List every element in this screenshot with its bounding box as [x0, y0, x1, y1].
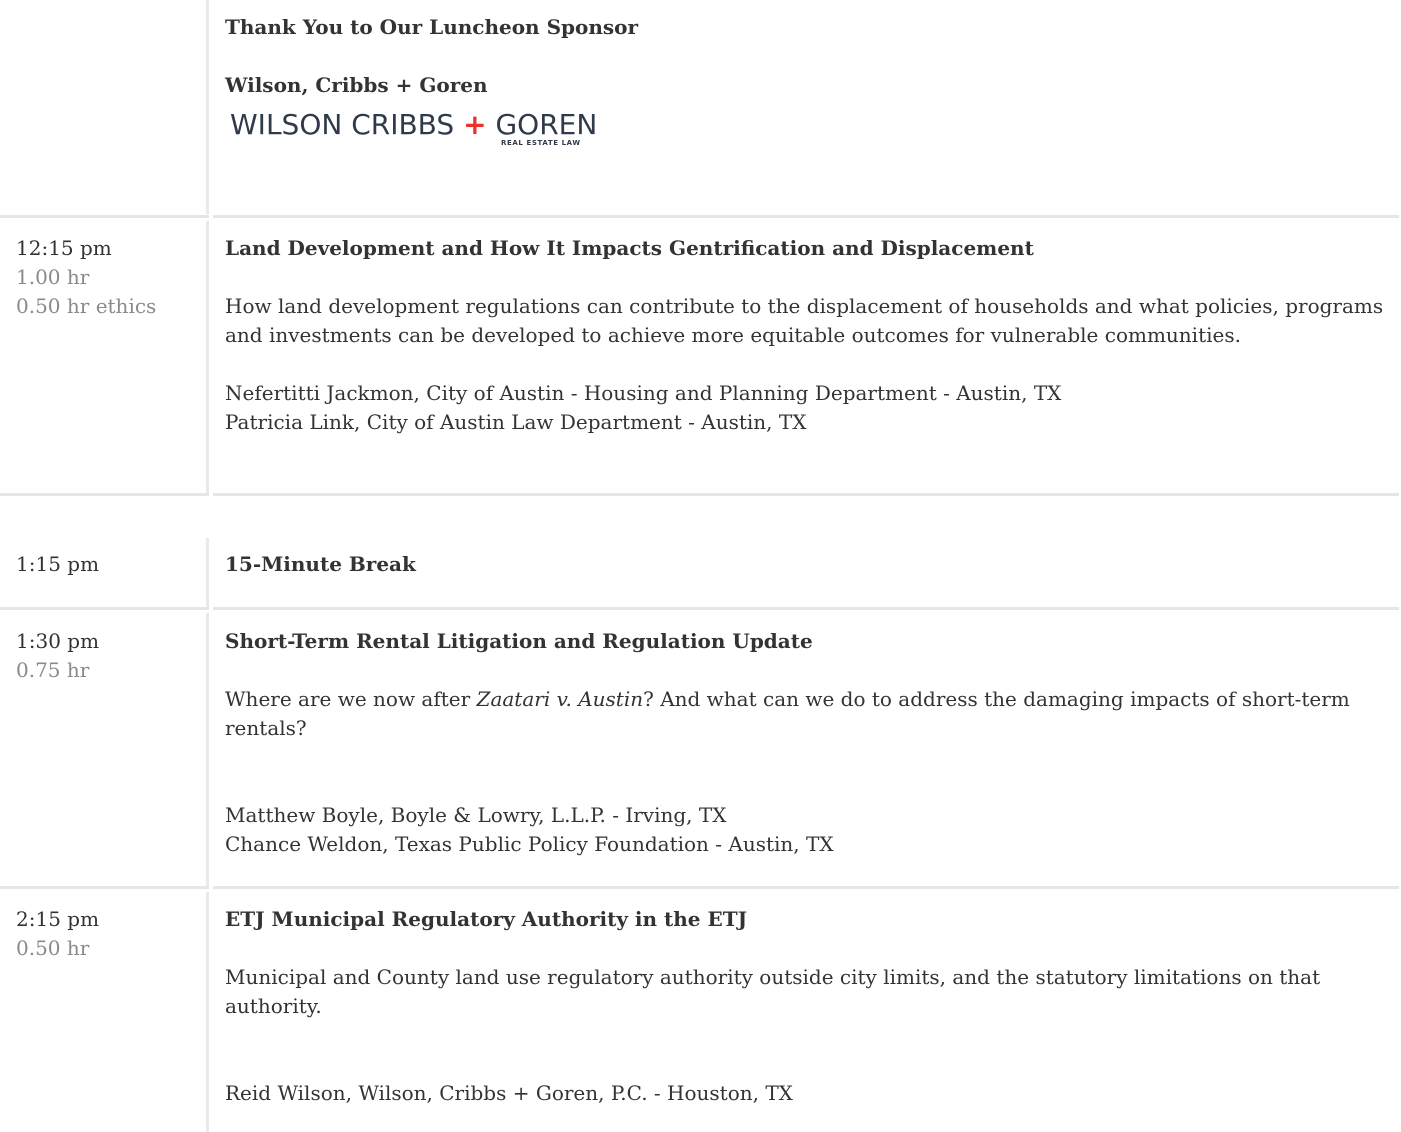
session-credit-hours: 1.00 hr [16, 265, 90, 289]
sponsor-logo: WILSON CRIBBS + GOREN REAL ESTATE LAW [230, 108, 620, 152]
sponsor-logo-subtitle: REAL ESTATE LAW [501, 139, 581, 147]
session-time-block: 1:30 pm 0.75 hr [16, 627, 201, 685]
session-time: 12:15 pm [16, 236, 112, 260]
case-name: Zaatari v. Austin [476, 687, 644, 711]
session-title: Short-Term Rental Litigation and Regulat… [225, 629, 813, 653]
sponsor-block: Thank You to Our Luncheon Sponsor Wilson… [225, 13, 1385, 100]
session-content: Land Development and How It Impacts Gent… [225, 234, 1385, 437]
session-content: ETJ Municipal Regulatory Authority in th… [225, 905, 1385, 1108]
sponsor-heading: Thank You to Our Luncheon Sponsor [225, 15, 639, 39]
session-speakers: Reid Wilson, Wilson, Cribbs + Goren, P.C… [225, 1079, 1385, 1108]
column-divider [206, 892, 209, 1132]
speaker: Nefertitti Jackmon, City of Austin - Hou… [225, 381, 1062, 405]
speaker: Chance Weldon, Texas Public Policy Found… [225, 832, 834, 856]
session-description: How land development regulations can con… [225, 294, 1384, 347]
session-title: 15-Minute Break [225, 552, 416, 576]
session-time: 1:30 pm [16, 629, 100, 653]
session-content: 15-Minute Break [225, 550, 1385, 579]
session-time-block: 1:15 pm [16, 550, 201, 579]
session-time-block: 2:15 pm 0.50 hr [16, 905, 201, 963]
column-divider [206, 0, 209, 214]
session-title: Land Development and How It Impacts Gent… [225, 236, 1034, 260]
session-time: 2:15 pm [16, 907, 100, 931]
sponsor-logo-wordmark: WILSON CRIBBS + GOREN [230, 108, 598, 141]
column-divider [206, 538, 209, 608]
session-description: Municipal and County land use regulatory… [225, 965, 1321, 1018]
session-time: 1:15 pm [16, 552, 100, 576]
row-divider [0, 607, 1399, 610]
session-ethics-hours: 0.50 hr ethics [16, 294, 157, 318]
session-credit-hours: 0.50 hr [16, 936, 90, 960]
session-speakers: Matthew Boyle, Boyle & Lowry, L.L.P. - I… [225, 801, 1385, 859]
session-credit-hours: 0.75 hr [16, 658, 90, 682]
column-divider [206, 613, 209, 887]
session-speakers: Nefertitti Jackmon, City of Austin - Hou… [225, 379, 1385, 437]
session-time-block: 12:15 pm 1.00 hr 0.50 hr ethics [16, 234, 201, 321]
session-description: Where are we now after Zaatari v. Austin… [225, 687, 1350, 740]
speaker: Patricia Link, City of Austin Law Depart… [225, 410, 807, 434]
row-divider [0, 215, 1399, 218]
row-divider [0, 886, 1399, 889]
speaker: Matthew Boyle, Boyle & Lowry, L.L.P. - I… [225, 803, 727, 827]
sponsor-name: Wilson, Cribbs + Goren [225, 73, 488, 97]
column-divider [206, 221, 209, 495]
row-divider [0, 493, 1399, 496]
session-title: ETJ Municipal Regulatory Authority in th… [225, 907, 748, 931]
session-content: Short-Term Rental Litigation and Regulat… [225, 627, 1385, 859]
speaker: Reid Wilson, Wilson, Cribbs + Goren, P.C… [225, 1081, 793, 1105]
